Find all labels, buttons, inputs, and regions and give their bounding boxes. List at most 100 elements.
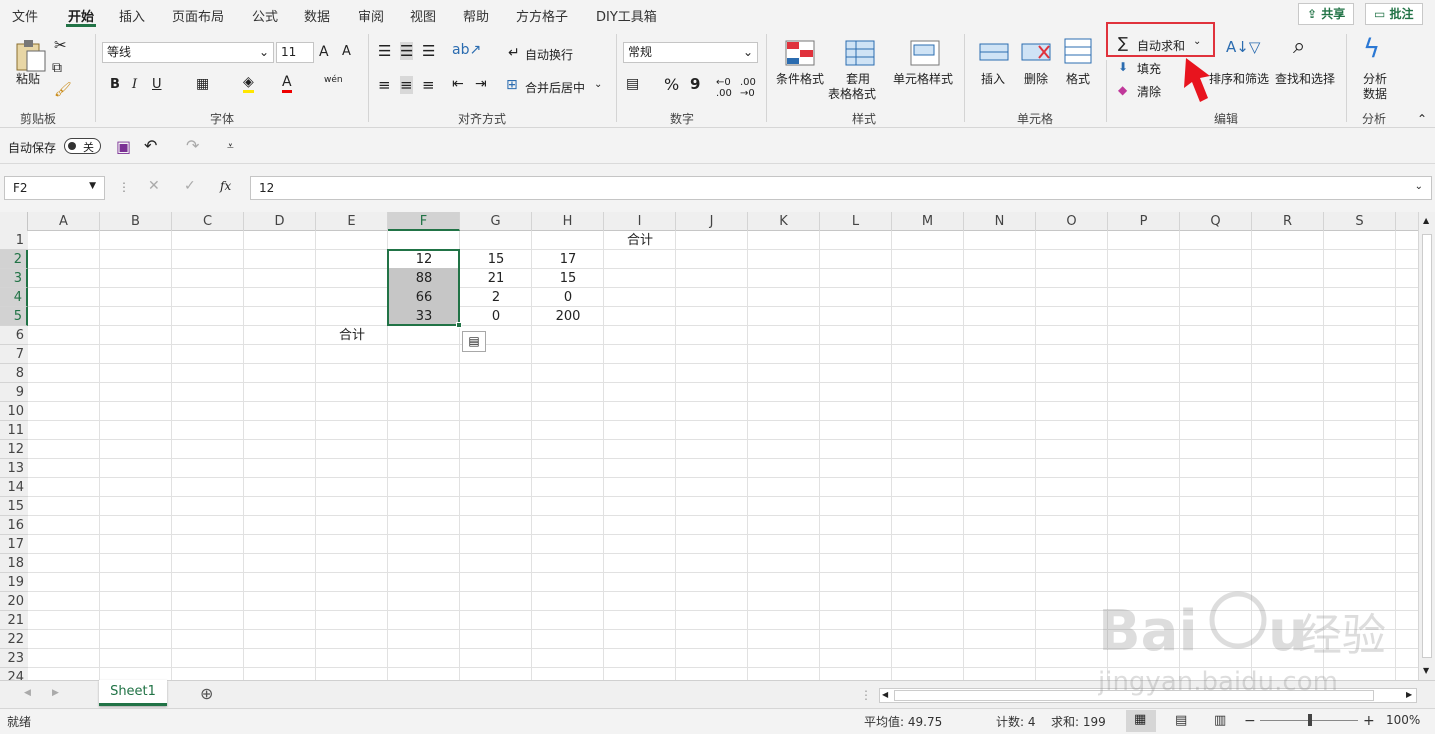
phonetic-icon[interactable]: wén (324, 75, 343, 85)
menu-review[interactable]: 审阅 (358, 6, 384, 25)
number-format-select[interactable]: 常规 ⌄ (623, 42, 758, 63)
align-middle-icon[interactable]: ☰ (400, 42, 414, 60)
menu-page-layout[interactable]: 页面布局 (172, 6, 224, 25)
font-grow-button[interactable]: A (319, 44, 329, 60)
menu-insert[interactable]: 插入 (119, 6, 145, 25)
row-header-18[interactable]: 18 (0, 554, 28, 573)
row-header-10[interactable]: 10 (0, 402, 28, 421)
font-color-icon[interactable]: A (282, 74, 292, 93)
column-header-d[interactable]: D (244, 212, 316, 231)
zoom-level[interactable]: 100% (1386, 713, 1420, 727)
row-header-14[interactable]: 14 (0, 478, 28, 497)
row-header-2[interactable]: 2 (0, 250, 28, 269)
currency-icon[interactable]: ▤ (626, 76, 639, 92)
column-header-p[interactable]: P (1108, 212, 1180, 231)
fill-icon[interactable]: ⬇ (1118, 60, 1128, 74)
scroll-left-icon[interactable]: ◀ (882, 690, 888, 699)
row-header-1[interactable]: 1 (0, 231, 28, 250)
increase-decimal-icon[interactable]: ←0.00 (716, 77, 732, 99)
wrap-icon[interactable]: ↵ (508, 45, 520, 61)
scroll-right-icon[interactable]: ▶ (1406, 690, 1412, 699)
column-header-o[interactable]: O (1036, 212, 1108, 231)
autosum-button[interactable]: 自动求和 (1137, 37, 1185, 54)
analyze-data-icon[interactable]: ϟ (1363, 34, 1380, 64)
next-sheet-icon[interactable]: ▶ (52, 688, 59, 698)
cell-styles-icon[interactable] (910, 40, 940, 66)
align-bottom-icon[interactable]: ☰ (422, 42, 435, 60)
column-header-f[interactable]: F (388, 212, 460, 231)
find-icon[interactable]: ⌕ (1293, 34, 1305, 59)
delete-cells-button[interactable]: 删除 (1024, 70, 1048, 87)
scroll-up-icon[interactable]: ▲ (1423, 216, 1429, 225)
menu-help[interactable]: 帮助 (463, 6, 489, 25)
sort-filter-button[interactable]: 排序和筛选 (1209, 70, 1269, 87)
row-header-6[interactable]: 6 (0, 326, 28, 345)
insert-function-icon[interactable]: fx (220, 179, 231, 193)
normal-view-button[interactable]: ▦ (1126, 710, 1156, 732)
column-header-s[interactable]: S (1324, 212, 1396, 231)
row-header-3[interactable]: 3 (0, 269, 28, 288)
format-as-table-icon[interactable] (845, 40, 875, 66)
paste-icon[interactable] (14, 38, 48, 72)
add-sheet-icon[interactable]: ⊕ (200, 684, 213, 703)
row-header-23[interactable]: 23 (0, 649, 28, 668)
eraser-icon[interactable]: ◆ (1118, 83, 1127, 97)
cut-icon[interactable]: ✂ (54, 36, 67, 54)
column-header-a[interactable]: A (28, 212, 100, 231)
comment-button[interactable]: ▭ 批注 (1365, 3, 1423, 25)
row-header-8[interactable]: 8 (0, 364, 28, 383)
bold-icon[interactable]: B (110, 77, 120, 92)
column-header-b[interactable]: B (100, 212, 172, 231)
zoom-in-icon[interactable]: + (1363, 713, 1375, 729)
conditional-format-icon[interactable] (785, 40, 815, 66)
sheet-tab-sheet1[interactable]: Sheet1 (99, 680, 167, 706)
paste-label[interactable]: 粘贴 (16, 70, 40, 87)
font-shrink-button[interactable]: A (342, 44, 351, 59)
menu-diy[interactable]: DIY工具箱 (596, 6, 657, 25)
row-header-4[interactable]: 4 (0, 288, 28, 307)
increase-indent-icon[interactable]: ⇥ (475, 76, 487, 92)
menu-ffgz[interactable]: 方方格子 (516, 6, 568, 25)
cell-g2[interactable]: 15 (460, 250, 532, 269)
page-layout-view-icon[interactable]: ▤ (1175, 713, 1187, 728)
clear-button[interactable]: 清除 (1137, 83, 1161, 100)
format-cells-button[interactable]: 格式 (1066, 70, 1090, 87)
menu-view[interactable]: 视图 (410, 6, 436, 25)
cancel-icon[interactable]: ✕ (148, 178, 160, 194)
save-icon[interactable]: ▣ (116, 137, 131, 156)
column-header-r[interactable]: R (1252, 212, 1324, 231)
merge-center-button[interactable]: 合并后居中 (525, 79, 585, 96)
menu-file[interactable]: 文件 (12, 6, 38, 25)
wrap-text-button[interactable]: 自动换行 (525, 46, 573, 63)
share-button[interactable]: ⇪ 共享 (1298, 3, 1355, 25)
column-header-q[interactable]: Q (1180, 212, 1252, 231)
format-as-table-label2[interactable]: 表格格式 (828, 85, 876, 102)
customize-qat-icon[interactable]: ⩡ (227, 139, 234, 154)
sort-filter-icon[interactable]: A↓▽ (1226, 38, 1260, 56)
cell-h3[interactable]: 15 (532, 269, 604, 288)
fill-button[interactable]: 填充 (1137, 60, 1161, 77)
redo-icon[interactable]: ↷ (186, 136, 199, 155)
column-header-g[interactable]: G (460, 212, 532, 231)
copy-icon[interactable]: ⧉ (52, 60, 62, 76)
column-header-c[interactable]: C (172, 212, 244, 231)
scroll-thumb[interactable] (1422, 234, 1432, 658)
comma-button[interactable]: 9 (690, 75, 700, 93)
scroll-down-icon[interactable]: ▼ (1423, 666, 1429, 675)
font-name-select[interactable]: 等线 ⌄ (102, 42, 274, 63)
column-header-j[interactable]: J (676, 212, 748, 231)
column-header-m[interactable]: M (892, 212, 964, 231)
row-header-17[interactable]: 17 (0, 535, 28, 554)
collapse-ribbon-icon[interactable]: ⌃ (1417, 112, 1427, 126)
column-header-k[interactable]: K (748, 212, 820, 231)
row-header-20[interactable]: 20 (0, 592, 28, 611)
italic-icon[interactable]: I (132, 77, 137, 92)
row-header-9[interactable]: 9 (0, 383, 28, 402)
page-break-view-icon[interactable]: ▥ (1214, 713, 1226, 728)
analyze-label2[interactable]: 数据 (1363, 85, 1387, 102)
align-center-icon[interactable]: ≡ (400, 76, 413, 94)
menu-home[interactable]: 开始 (68, 6, 94, 25)
row-header-15[interactable]: 15 (0, 497, 28, 516)
fill-handle[interactable] (456, 322, 462, 328)
find-select-button[interactable]: 查找和选择 (1275, 70, 1335, 87)
